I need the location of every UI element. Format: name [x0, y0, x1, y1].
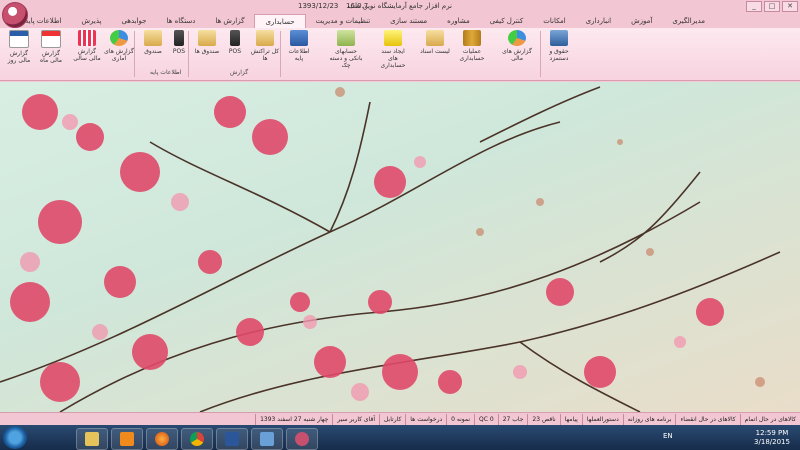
pos-button[interactable]: POS [164, 30, 194, 70]
date-label: 1393/12/23 [298, 2, 339, 10]
create-accounting-doc-button[interactable]: ایجاد سند های حسابداری [378, 30, 408, 70]
tab-moshavere[interactable]: مشاوره [437, 14, 480, 28]
books-icon [463, 30, 481, 46]
media-player-icon [120, 432, 134, 446]
maximize-button[interactable]: □ [764, 1, 780, 12]
status-qc[interactable]: QC 0 [474, 414, 498, 425]
statistical-reports-button[interactable]: گزارش های آماری [104, 30, 134, 70]
tab-emkanat[interactable]: امکانات [533, 14, 575, 28]
folder-icon [426, 30, 444, 46]
all-transactions-button[interactable]: کل تراکنش ها [250, 30, 280, 70]
taskbar-explorer[interactable] [76, 428, 108, 450]
status-requests[interactable]: درخواست ها [405, 414, 446, 425]
taskbar-lab-app[interactable] [286, 428, 318, 450]
taskbar-firefox[interactable] [146, 428, 178, 450]
status-expiring-items[interactable]: کالاهای در حال اتمام [739, 414, 800, 425]
word-icon [225, 432, 239, 446]
bank-accounts-button[interactable]: حسابهای بانکی و دسته چک [328, 30, 364, 70]
status-instructions[interactable]: دستورالعملها [581, 414, 623, 425]
taskbar-word[interactable] [216, 428, 248, 450]
status-expired-items[interactable]: کالاهای در حال انقضاء [675, 414, 739, 425]
calendar-day-icon [9, 30, 29, 48]
blossom-branches-image [0, 86, 781, 412]
tab-javabdehi[interactable]: جوابدهی [111, 14, 156, 28]
tab-anbardari[interactable]: انبارداری [576, 14, 621, 28]
pos-icon [174, 30, 184, 46]
tab-dastgah[interactable]: دستگاه ها [157, 14, 206, 28]
status-daily-programs[interactable]: برنامه های روزانه [622, 414, 676, 425]
ribbon-tabs: مدیرالگیری آموزش انبارداری امکانات کنترل… [0, 12, 800, 29]
tab-amoozesh[interactable]: آموزش [621, 14, 662, 28]
status-bar: کالاهای در حال اتمام کالاهای در حال انقض… [0, 412, 800, 426]
calendar-grid-icon [78, 30, 96, 46]
status-date: چهار شنبه 27 اسفند 1393 [255, 414, 332, 425]
cash-box-button[interactable]: صندوق [138, 30, 168, 70]
cash-boxes-report-button[interactable]: صندوق ها [192, 30, 222, 70]
tab-mostanad[interactable]: مستند سازی [380, 14, 437, 28]
tab-control-keifi[interactable]: کنترل کیفی [480, 14, 534, 28]
taskbar-chrome[interactable] [181, 428, 213, 450]
tab-hesabdari[interactable]: حسابداری [254, 14, 306, 29]
document-list-button[interactable]: لیست اسناد [420, 30, 450, 70]
base-info-button[interactable]: اطلاعات پایه [284, 30, 314, 70]
folder-icon [144, 30, 162, 46]
pos-icon [230, 30, 240, 46]
version-label: 16.0.7 [346, 2, 369, 10]
chart-icon [110, 30, 128, 46]
chart-icon [508, 30, 526, 46]
status-samples[interactable]: نمونه 0 [446, 414, 474, 425]
status-messages[interactable]: پیامها [559, 414, 582, 425]
close-button[interactable]: ✕ [782, 1, 798, 12]
monthly-report-button[interactable]: گزارش مالی ماه [36, 30, 66, 70]
users-icon [550, 30, 568, 46]
taskbar-clock[interactable]: 12:59 PM 3/18/2015 [748, 429, 796, 447]
taskbar-remote-desktop[interactable] [251, 428, 283, 450]
start-button[interactable] [3, 426, 27, 449]
tab-paziresh[interactable]: پذیرش [71, 14, 111, 28]
status-user: آقای کاربر سیر [332, 414, 379, 425]
window-title: نرم افزار جامع آرمایشگاه نوین طب [347, 2, 453, 10]
calendar-month-icon [41, 30, 61, 48]
checkbook-icon [337, 30, 355, 46]
lab-app-icon [295, 432, 309, 446]
firefox-icon [155, 432, 169, 446]
tab-gozaresh[interactable]: گزارش ها [205, 14, 254, 28]
payroll-button[interactable]: حقوق و دستمزد [544, 30, 574, 70]
tab-modir[interactable]: مدیرالگیری [662, 14, 715, 28]
ribbon-panel: حقوق و دستمزد گزارش های مالی عملیات حساب… [0, 28, 800, 81]
group-label-report: گزارش [230, 69, 249, 76]
chrome-icon [190, 432, 204, 446]
windows-taskbar: EN 12:59 PM 3/18/2015 [0, 425, 800, 450]
remote-desktop-icon [260, 432, 274, 446]
language-indicator[interactable]: EN [663, 432, 673, 440]
notepad-icon [384, 30, 402, 46]
title-bar: نرم افزار جامع آرمایشگاه نوین طب 16.0.7 … [0, 0, 800, 12]
yearly-report-button[interactable]: گزارش مالی سالی [72, 30, 102, 70]
status-incomplete[interactable]: ناقص 23 [527, 414, 559, 425]
list-icon [290, 30, 308, 46]
status-cartable[interactable]: کارتابل [379, 414, 405, 425]
financial-reports-button[interactable]: گزارش های مالی [502, 30, 532, 70]
group-label-base-info: اطلاعات پایه [150, 69, 182, 76]
minimize-button[interactable]: _ [746, 1, 762, 12]
window-controls: _ □ ✕ [746, 1, 798, 12]
app-logo-icon[interactable] [2, 2, 28, 28]
tab-tanzimat[interactable]: تنظیمات و مدیریت [306, 14, 381, 28]
system-tray-icons[interactable] [686, 433, 716, 443]
pos-report-button[interactable]: POS [220, 30, 250, 70]
daily-report-button[interactable]: گزارش مالی روز [4, 30, 34, 70]
taskbar-media-player[interactable] [111, 428, 143, 450]
folder-icon [198, 30, 216, 46]
accounting-operations-button[interactable]: عملیات حسابداری [457, 30, 487, 70]
main-background-image [0, 82, 800, 412]
folder-icon [85, 432, 99, 446]
folder-icon [256, 30, 274, 46]
status-jobs[interactable]: جاب 27 [497, 414, 528, 425]
